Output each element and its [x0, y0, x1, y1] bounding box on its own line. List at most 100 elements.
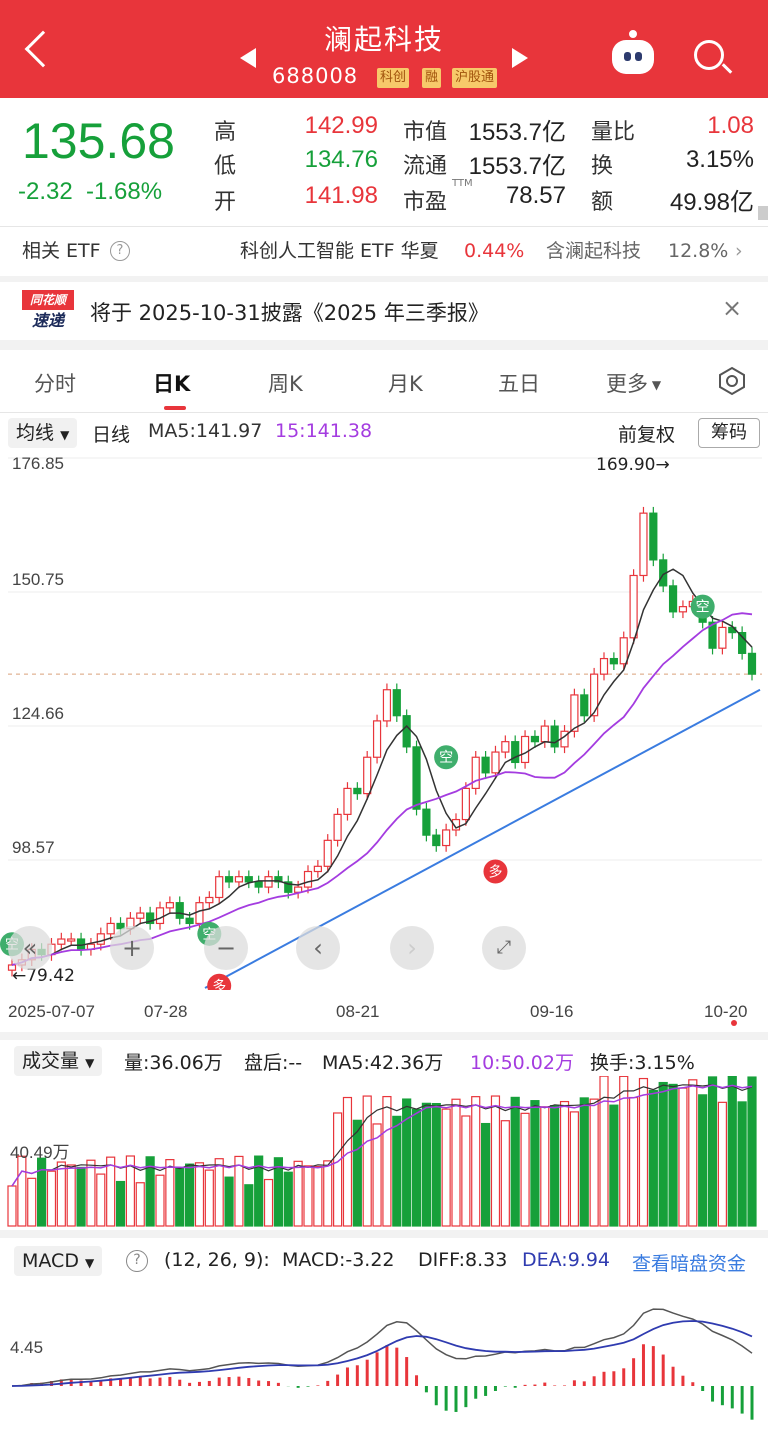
active-tab-indicator [164, 406, 186, 410]
next-stock-icon[interactable] [512, 48, 528, 68]
volume-bar [66, 1164, 76, 1227]
volume-bar [589, 1098, 599, 1227]
volume-bar [559, 1100, 570, 1227]
tab-five-day[interactable]: 五日 [498, 368, 540, 398]
after-hours-readout: 盘后:-- [244, 1052, 303, 1074]
volume-bar [688, 1079, 698, 1227]
tab-more[interactable]: 更多 ▼ [606, 368, 661, 398]
chevron-right-icon[interactable]: › [735, 226, 743, 276]
amount-value: 49.98亿 [669, 189, 754, 216]
amount-label: 额 [591, 190, 614, 215]
gap [0, 1230, 768, 1238]
dark-pool-link[interactable]: 查看暗盘资金 [632, 1249, 746, 1276]
prev-stock-icon[interactable] [240, 48, 256, 68]
volume-bar [333, 1112, 343, 1227]
signal-long-badge-label: 多 [212, 978, 226, 990]
candle-body [530, 735, 540, 743]
candle-body [254, 881, 263, 888]
search-icon[interactable] [694, 40, 724, 70]
candle-body [234, 876, 244, 883]
volume-bar [76, 1166, 86, 1227]
volume-bar [244, 1184, 254, 1227]
ma-selector[interactable]: 均线 ▼ [8, 418, 78, 448]
volume-bar [717, 1101, 728, 1227]
candle-body [165, 902, 174, 909]
vol-ma10-readout: 10:50.02万 [470, 1052, 574, 1074]
volume-bar [135, 1182, 145, 1227]
high-label: 高 [214, 120, 237, 145]
volume-bar [352, 1119, 362, 1227]
fullscreen-button[interactable]: ⤢ [482, 926, 526, 970]
notice-banner[interactable]: 同花顺 速递 将于 2025-10-31披露《2025 年三季报》 × [0, 282, 768, 340]
volume-bar [155, 1174, 165, 1227]
volume-bar [510, 1096, 520, 1227]
volratio-label: 量比 [591, 120, 636, 145]
zoom-out-button[interactable]: − [204, 926, 248, 970]
ma5-line [11, 568, 753, 966]
tab-monthly[interactable]: 月K [388, 368, 423, 398]
open-label: 开 [214, 190, 237, 215]
period-tabs: 分时 日K 周K 月K 五日 更多 ▼ [0, 350, 768, 412]
ma15-readout: 15:141.38 [275, 420, 373, 442]
volume-bar [628, 1096, 639, 1227]
candle-body [185, 917, 194, 925]
y-tick-top: 176.85 [12, 454, 64, 473]
candlestick-chart[interactable]: 空空空空多多 [0, 448, 768, 990]
dropdown-arrow-icon: ▼ [648, 378, 662, 392]
fast-back-button[interactable]: « [8, 926, 52, 970]
signal-empty-badge-label: 空 [439, 750, 453, 766]
volume-bar [737, 1101, 747, 1227]
chips-button[interactable]: 筹码 [698, 418, 760, 448]
robot-antenna [629, 30, 637, 38]
candle-body [747, 652, 757, 675]
volume-chart[interactable] [0, 1076, 768, 1228]
volume-bar [382, 1095, 392, 1227]
volume-bar [175, 1167, 185, 1227]
macd-selector[interactable]: MACD ▼ [14, 1246, 103, 1276]
scroll-left-button[interactable]: ‹ [296, 926, 340, 970]
volume-bar [461, 1115, 471, 1227]
tab-intraday[interactable]: 分时 [34, 368, 76, 398]
volume-bar [530, 1100, 540, 1227]
today-dot [731, 1020, 737, 1026]
pe-label: 市盈 [403, 190, 448, 215]
volume-bar [658, 1081, 668, 1227]
volume-bar [36, 1157, 47, 1227]
help-icon[interactable]: ? [110, 241, 130, 261]
mktcap-label: 市值 [403, 120, 448, 145]
volume-bar [165, 1159, 175, 1227]
robot-assistant-icon[interactable] [612, 40, 654, 74]
zoom-in-button[interactable]: + [110, 926, 154, 970]
candle-body [461, 787, 470, 821]
volume-bar [96, 1173, 106, 1227]
tab-weekly[interactable]: 周K [268, 368, 303, 398]
help-icon[interactable]: ? [126, 1250, 148, 1272]
related-etf-row[interactable]: 相关 ETF ? 科创人工智能 ETF 华夏 0.44% 含澜起科技 12.8%… [0, 226, 768, 276]
candle-body [353, 787, 362, 795]
settings-hexagon-icon[interactable] [717, 366, 747, 396]
candle-body [402, 715, 411, 748]
close-icon[interactable]: × [722, 294, 742, 322]
candle-body [264, 876, 273, 888]
scroll-right-button[interactable]: › [390, 926, 434, 970]
volume-bar [313, 1165, 323, 1227]
ma15-line [11, 612, 753, 966]
x-tick-5: 10-20 [704, 1002, 748, 1021]
volume-bar [727, 1076, 737, 1227]
pe-value: 78.57 [505, 182, 566, 209]
candle-body [520, 735, 530, 764]
volume-selector[interactable]: 成交量 ▼ [14, 1046, 103, 1076]
y-tick-3: 124.66 [12, 704, 64, 723]
adjust-selector[interactable]: 前复权 [618, 420, 675, 447]
low-value: 134.76 [304, 146, 378, 173]
volume-bar [17, 1155, 27, 1227]
candle-body [244, 876, 253, 883]
candle-body [106, 922, 115, 935]
candle-body [382, 689, 392, 722]
candle-body [215, 876, 224, 899]
tab-daily[interactable]: 日K [153, 368, 190, 398]
y-tick-2: 150.75 [12, 570, 64, 589]
candle-body [570, 694, 579, 732]
macd-chart[interactable] [0, 1278, 768, 1426]
volratio-value: 1.08 [707, 112, 754, 139]
